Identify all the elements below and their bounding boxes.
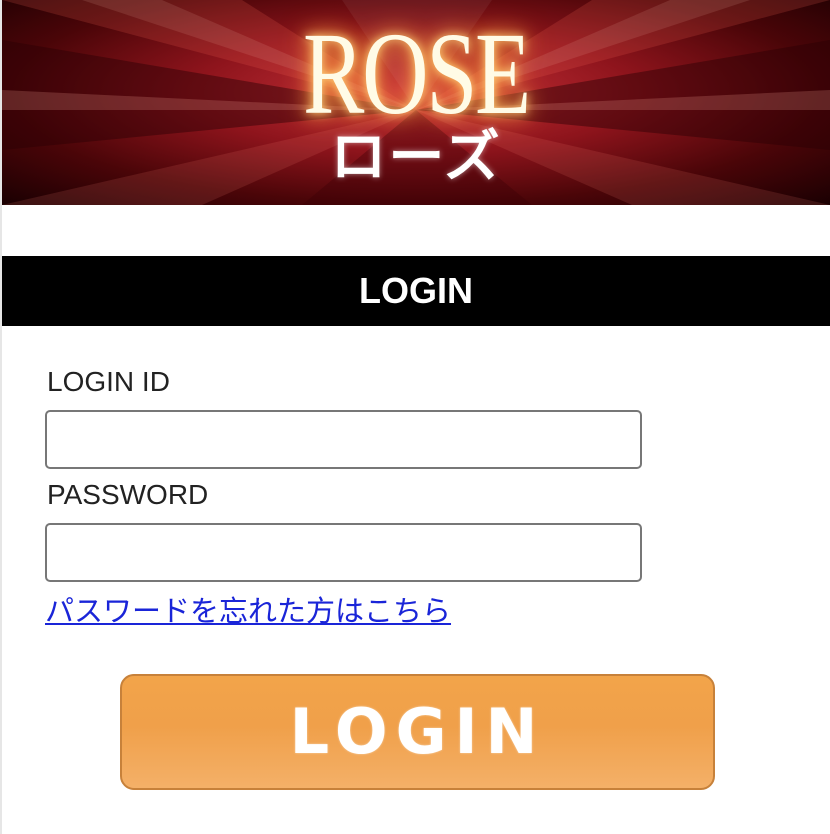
forgot-password-link[interactable]: パスワードを忘れた方はこちら (45, 588, 451, 630)
password-input[interactable] (45, 523, 642, 582)
login-id-input[interactable] (45, 410, 642, 469)
login-page: ROSE ローズ LOGIN LOGIN ID PASSWORD パスワードを忘… (0, 0, 830, 834)
login-button[interactable]: LOGIN (120, 674, 715, 790)
header-banner: ROSE ローズ (2, 0, 830, 205)
password-label: PASSWORD (47, 479, 209, 510)
brand-logo-text: ROSE (303, 8, 531, 139)
brand-logo-subtitle: ローズ (330, 124, 502, 190)
login-id-label: LOGIN ID (47, 366, 170, 397)
login-section-header: LOGIN (2, 256, 830, 326)
